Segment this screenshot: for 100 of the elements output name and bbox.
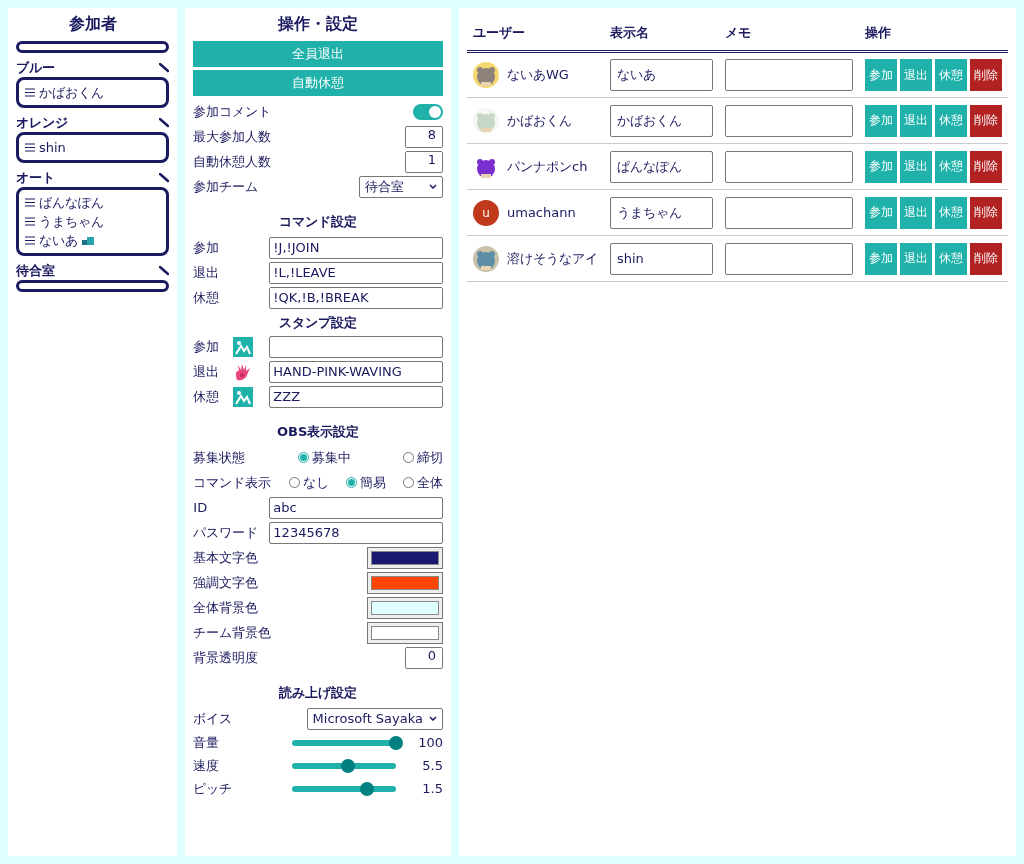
field-label: 退出 <box>193 263 221 282</box>
memo-field[interactable] <box>725 242 853 275</box>
radio-option[interactable]: 全体 <box>403 473 443 492</box>
number-field[interactable]: 8 <box>405 125 443 148</box>
user-name: パンナポンch <box>507 157 588 176</box>
column-header: 表示名 <box>610 25 649 40</box>
member-item[interactable]: ばんなぽん <box>39 193 104 212</box>
member-item[interactable]: shin <box>39 138 66 157</box>
field-label: 音量 <box>193 733 220 752</box>
image-icon <box>233 336 254 357</box>
display-name-field[interactable]: かばおくん <box>610 104 713 137</box>
color-picker[interactable] <box>367 596 443 619</box>
field-label: 募集状態 <box>193 448 246 467</box>
field-label: 自動休憩人数 <box>193 152 272 171</box>
field-label: 参加 <box>193 238 221 257</box>
radio-option[interactable]: 締切 <box>403 448 443 467</box>
memo-field[interactable] <box>725 150 853 183</box>
delete-button[interactable]: 削除 <box>970 104 1002 137</box>
image-icon <box>233 386 254 407</box>
field-label: 退出 <box>193 362 221 381</box>
team-name: 待合室 <box>16 262 55 280</box>
text-field[interactable]: 12345678 <box>269 521 443 544</box>
text-field[interactable] <box>269 335 443 358</box>
display-name-field[interactable]: shin <box>610 242 713 275</box>
team-name: ブルー <box>16 59 55 77</box>
member-item[interactable]: ないあ <box>39 231 78 250</box>
memo-field[interactable] <box>725 104 853 137</box>
caret-icon <box>429 184 437 189</box>
toggle-switch[interactable] <box>413 103 443 120</box>
voice-dropdown[interactable]: Microsoft Sayaka <box>306 707 443 730</box>
radio-option[interactable]: なし <box>288 473 329 492</box>
field-label: 強調文字色 <box>193 573 259 592</box>
text-field[interactable]: !L,!LEAVE <box>269 261 443 284</box>
user-name: 溶けそうなアイ <box>507 249 598 268</box>
section-title: 読み上げ設定 <box>278 684 359 702</box>
member-item[interactable]: かばおくん <box>39 83 104 102</box>
team-dropdown[interactable]: 待合室 <box>359 175 443 198</box>
display-name-field[interactable]: ぱんなぽん <box>610 150 713 183</box>
drag-handle-icon[interactable] <box>25 236 35 245</box>
column-header: 操作 <box>865 25 891 40</box>
section-title: OBS表示設定 <box>276 423 361 441</box>
delete-button[interactable]: 削除 <box>970 196 1002 229</box>
text-field[interactable]: !QK,!B,!BREAK <box>269 286 443 309</box>
number-field[interactable]: 1 <box>405 150 443 173</box>
drag-handle-icon[interactable] <box>25 198 35 207</box>
color-picker[interactable] <box>367 546 443 569</box>
memo-field[interactable] <box>725 59 853 91</box>
field-label: 背景透明度 <box>193 648 259 667</box>
team-name: オート <box>16 169 55 187</box>
avatar: u <box>473 199 499 226</box>
memo-field[interactable] <box>725 196 853 229</box>
drag-handle-icon[interactable] <box>25 217 35 226</box>
radio-option[interactable]: 簡易 <box>345 473 386 492</box>
edit-icon[interactable] <box>159 173 170 183</box>
delete-button[interactable]: 削除 <box>970 242 1002 275</box>
number-field[interactable]: 0 <box>405 646 443 669</box>
member-item[interactable]: うまちゃん <box>39 212 104 231</box>
field-label: ID <box>193 500 209 515</box>
slider-value: 5.5 <box>421 758 443 773</box>
drag-handle-icon[interactable] <box>25 143 35 152</box>
slider-value: 100 <box>417 735 443 750</box>
text-field[interactable]: ZZZ <box>269 385 443 408</box>
field-label: コマンド表示 <box>193 473 272 492</box>
delete-button[interactable]: 削除 <box>970 150 1002 183</box>
field-label: 基本文字色 <box>193 548 259 567</box>
panel-title: 操作・設定 <box>276 14 360 35</box>
slider-value: 1.5 <box>421 781 443 796</box>
slider-thumb[interactable] <box>341 758 356 773</box>
column-header: メモ <box>725 25 751 40</box>
text-field[interactable]: HAND-PINK-WAVING <box>269 360 443 383</box>
edit-icon[interactable] <box>159 118 170 128</box>
panel-title: 参加者 <box>67 14 118 35</box>
slider-thumb[interactable] <box>389 735 403 750</box>
color-picker[interactable] <box>367 571 443 594</box>
section-title: コマンド設定 <box>278 213 359 231</box>
text-field[interactable]: !J,!JOIN <box>269 236 443 259</box>
field-label: 休憩 <box>193 387 221 406</box>
text-field[interactable]: abc <box>269 496 443 519</box>
field-label: 全体背景色 <box>193 598 259 617</box>
color-picker[interactable] <box>367 621 443 644</box>
field-label: チーム背景色 <box>193 623 272 642</box>
field-label: 参加チーム <box>193 177 259 196</box>
radio-option[interactable]: 募集中 <box>297 448 351 467</box>
user-name: umachann <box>507 205 576 220</box>
section-title: スタンプ設定 <box>278 314 359 332</box>
field-label: ボイス <box>193 709 233 728</box>
caret-icon <box>429 716 437 721</box>
display-name-field[interactable]: うまちゃん <box>610 196 713 229</box>
user-name: ないあWG <box>507 66 569 84</box>
field-label: ピッチ <box>193 779 233 798</box>
drag-handle-icon[interactable] <box>25 88 35 97</box>
field-label: 参加コメント <box>193 102 272 121</box>
user-name: かばおくん <box>507 111 572 130</box>
edit-icon[interactable] <box>159 266 170 276</box>
display-name-field[interactable]: ないあ <box>610 59 713 91</box>
field-label: 速度 <box>193 756 220 775</box>
delete-button[interactable]: 削除 <box>970 59 1002 91</box>
slider-thumb[interactable] <box>359 781 374 796</box>
column-header: ユーザー <box>473 25 525 40</box>
edit-icon[interactable] <box>159 63 170 73</box>
